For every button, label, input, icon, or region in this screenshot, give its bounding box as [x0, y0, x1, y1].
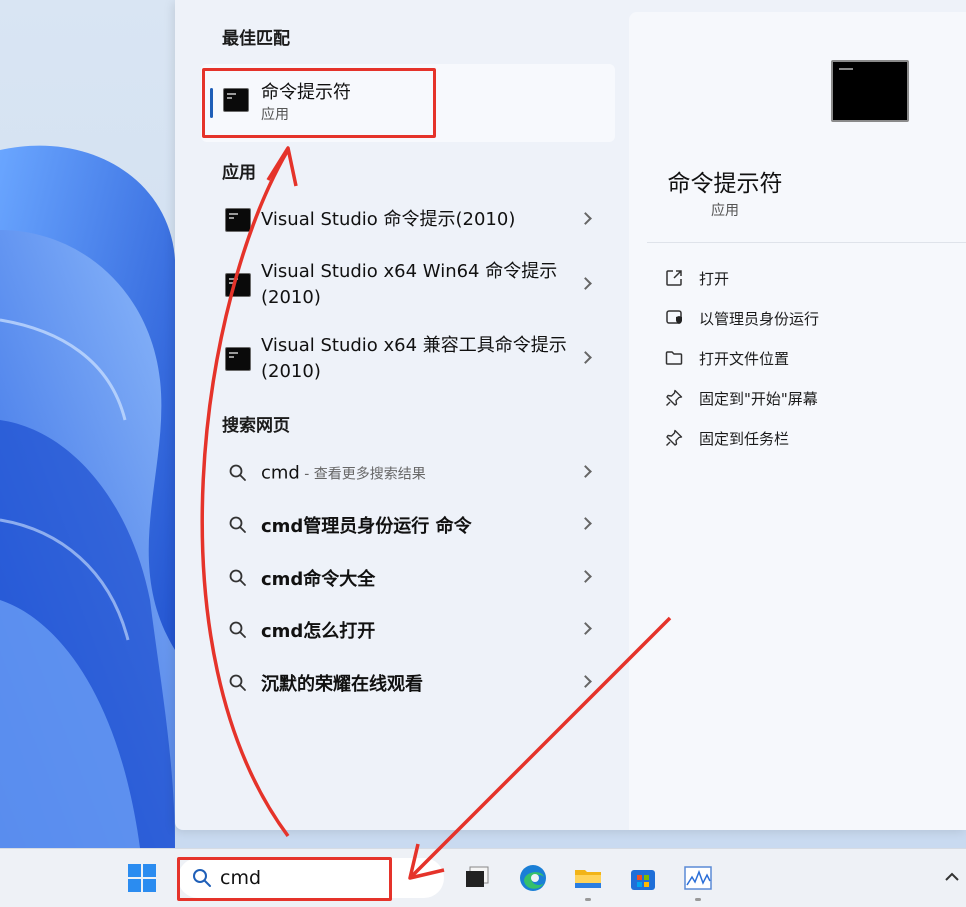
action-label: 以管理员身份运行	[699, 310, 820, 328]
preview-pane: 命令提示符 应用 打开 以管理员身份运行 打开文件位置 固定到"开始"屏幕 固定…	[629, 12, 966, 830]
action-label: 打开	[699, 270, 730, 288]
apps-heading: 应用	[222, 163, 256, 183]
preview-subtitle: 应用	[711, 203, 739, 219]
app-item-vs-x64-compat-cmd[interactable]: Visual Studio x64 兼容工具命令提示(2010)	[201, 326, 615, 392]
action-pin-to-start[interactable]: 固定到"开始"屏幕	[665, 385, 955, 411]
store-icon[interactable]	[628, 863, 658, 893]
chevron-right-icon[interactable]	[579, 351, 592, 364]
web-item-label: cmd怎么打开	[261, 621, 376, 642]
chevron-right-icon[interactable]	[579, 570, 592, 583]
search-icon	[229, 569, 246, 586]
search-icon	[229, 464, 246, 481]
command-prompt-icon	[225, 347, 251, 371]
app-item-vs-x64-win64-cmd[interactable]: Visual Studio x64 Win64 命令提示(2010)	[201, 252, 615, 318]
chevron-right-icon[interactable]	[579, 277, 592, 290]
action-open-file-location[interactable]: 打开文件位置	[665, 345, 955, 371]
preview-divider	[647, 242, 966, 243]
best-match-heading: 最佳匹配	[222, 29, 290, 49]
web-search-heading: 搜索网页	[222, 416, 290, 436]
chevron-up-icon[interactable]	[944, 871, 960, 883]
web-item-cmd-open[interactable]: cmd怎么打开	[201, 604, 615, 656]
running-indicator	[585, 898, 591, 901]
search-icon	[229, 621, 246, 638]
chevron-right-icon[interactable]	[579, 465, 592, 478]
running-indicator	[695, 898, 701, 901]
search-icon	[229, 674, 246, 691]
annotation-box-best-match	[202, 68, 436, 138]
preview-title: 命令提示符	[667, 171, 783, 197]
pin-icon	[666, 429, 683, 446]
edge-icon[interactable]	[518, 863, 548, 893]
search-icon	[229, 516, 246, 533]
command-prompt-icon	[225, 273, 251, 297]
task-view-icon[interactable]	[462, 863, 492, 893]
web-item-label: 沉默的荣耀在线观看	[261, 674, 423, 695]
chevron-right-icon[interactable]	[579, 675, 592, 688]
folder-icon	[665, 351, 683, 365]
web-item-label: cmd管理员身份运行 命令	[261, 516, 472, 537]
app-item-label: Visual Studio x64 Win64 命令提示(2010)	[261, 261, 558, 308]
annotation-box-search	[177, 857, 392, 901]
open-external-icon	[666, 270, 682, 286]
action-label: 打开文件位置	[699, 350, 790, 368]
pin-icon	[666, 389, 683, 406]
web-item-query: cmd	[261, 462, 300, 484]
web-item-cmd[interactable]: cmd - 查看更多搜索结果	[201, 447, 615, 499]
action-label: 固定到"开始"屏幕	[699, 390, 818, 408]
action-pin-to-taskbar[interactable]: 固定到任务栏	[665, 425, 955, 451]
chevron-right-icon[interactable]	[579, 517, 592, 530]
action-open[interactable]: 打开	[665, 265, 955, 291]
resource-monitor-icon[interactable]	[683, 863, 713, 893]
windows-start-icon[interactable]	[127, 863, 157, 893]
chevron-right-icon[interactable]	[579, 622, 592, 635]
command-prompt-icon	[225, 208, 251, 232]
shield-icon	[666, 310, 682, 324]
taskbar: cmd	[0, 848, 966, 907]
web-item-hint: - 查看更多搜索结果	[299, 466, 426, 483]
web-item-cmd-commands[interactable]: cmd命令大全	[201, 552, 615, 604]
file-explorer-icon[interactable]	[573, 863, 603, 893]
command-prompt-large-icon	[831, 60, 909, 122]
app-item-label: Visual Studio x64 兼容工具命令提示(2010)	[261, 335, 567, 382]
web-item-cmd-admin[interactable]: cmd管理员身份运行 命令	[201, 499, 615, 551]
action-label: 固定到任务栏	[699, 430, 790, 448]
action-run-as-admin[interactable]: 以管理员身份运行	[665, 305, 955, 331]
web-item-suggestion[interactable]: 沉默的荣耀在线观看	[201, 657, 615, 709]
web-item-label: cmd命令大全	[261, 569, 376, 590]
